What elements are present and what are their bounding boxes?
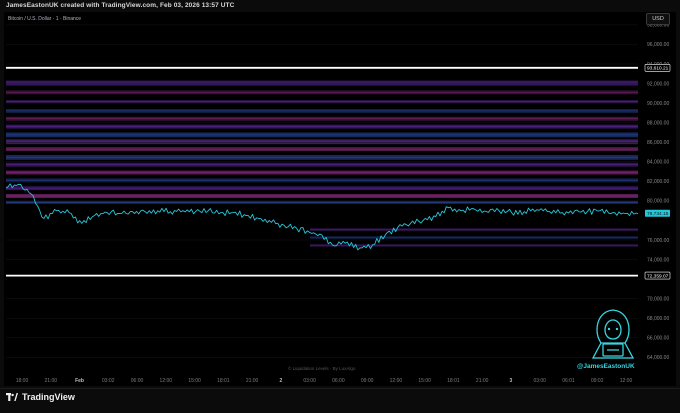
grid [6,24,638,358]
x-tick-label: 21:00 [45,378,58,384]
y-tick-label: 64,000.00 [647,355,669,361]
x-tick-label: 09:00 [361,378,374,384]
tradingview-logo[interactable]: TradingView [6,392,75,402]
liquidation-heatmap [6,80,638,247]
y-tick-label: 66,000.00 [647,336,669,342]
x-tick-label: 06:00 [131,378,144,384]
x-tick-label: 12:00 [620,378,633,384]
y-axis: 98,000.0096,000.0094,000.0092,000.0090,0… [644,23,671,361]
footer-bar [0,388,680,413]
y-tick-label: 82,000.00 [647,179,669,185]
x-tick-label: 3 [510,378,513,384]
y-tick-label: 84,000.00 [647,160,669,166]
x-axis: 18:00 21:00 Feb 03:02 06:00 12:00 15:00 18:01 21… [16,378,633,384]
y-tick-label: 96,000.00 [647,42,669,48]
x-tick-label: 18:00 [16,378,29,384]
y-tick-label: 92,000.00 [647,81,669,87]
x-tick-label: 03:02 [102,378,115,384]
x-tick-label: 03:00 [533,378,546,384]
y-tick-label: 70,000.00 [647,296,669,302]
y-tick-label: 88,000.00 [647,120,669,126]
watermark-handle: @JamesEastonUK [577,363,635,370]
x-tick-label: 15:00 [418,378,431,384]
price-chart[interactable]: 98,000.0096,000.0094,000.0092,000.0090,0… [0,0,680,412]
x-tick-label: 18:01 [447,378,460,384]
x-tick-label: 21:00 [476,378,489,384]
y-tick-label: 74,000.00 [647,257,669,263]
x-tick-label: 12:00 [390,378,403,384]
y-tick-label: 68,000.00 [647,316,669,322]
x-tick-label: 03:00 [303,378,316,384]
level-price-label: 72,359.07 [647,273,669,279]
x-tick-label: 06:00 [332,378,345,384]
current-price-label: 78,734.15 [647,211,669,217]
x-tick-label: 12:00 [160,378,173,384]
tradingview-icon [6,393,18,401]
x-tick-label: 18:01 [217,378,230,384]
y-tick-label: 90,000.00 [647,101,669,107]
x-tick-label: 09:02 [591,378,604,384]
hooded-figure-icon [591,309,635,359]
symbol-label: Bitcoin / U.S. Dollar · 1 · Binance [8,16,82,22]
y-tick-label: 80,000.00 [647,199,669,205]
footer-brand: TradingView [22,392,75,402]
x-tick-label: 06:01 [562,378,575,384]
level-price-label: 93,610.21 [647,66,669,72]
currency-button[interactable]: USD [646,13,670,25]
indicator-attribution: © Liquidation Levels · By LuxAlgo [288,366,356,371]
x-tick-label: 2 [279,378,282,384]
x-tick-label: 15:00 [188,378,201,384]
y-tick-label: 86,000.00 [647,140,669,146]
x-tick-label: Feb [75,378,84,384]
y-tick-label: 76,000.00 [647,238,669,244]
x-tick-label: 21:00 [246,378,259,384]
